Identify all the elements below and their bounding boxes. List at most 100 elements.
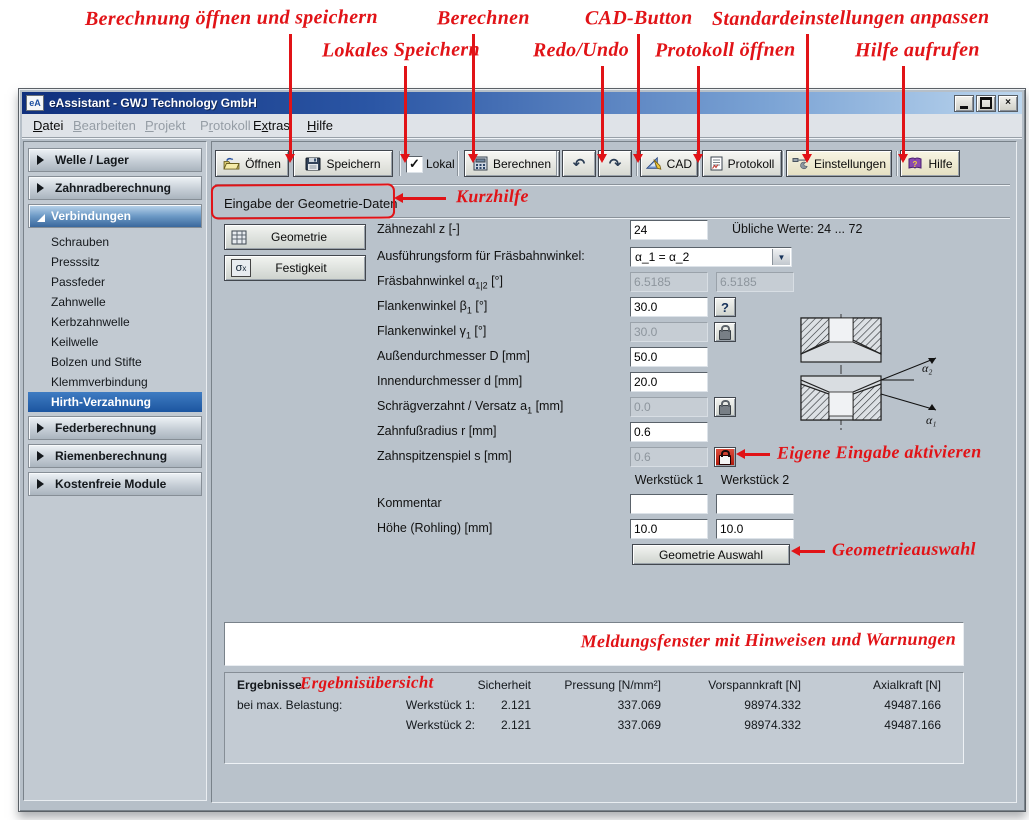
results-header-sicherheit: Sicherheit (475, 678, 531, 692)
menu-datei[interactable]: Datei (30, 117, 66, 134)
field-label-innendurchmesser: Innendurchmesser d [mm] (377, 374, 522, 391)
maximize-icon (980, 97, 992, 109)
open-button[interactable]: Öffnen (215, 150, 289, 177)
help-button[interactable]: ? Hilfe (900, 150, 960, 177)
sidebar-item-keilwelle[interactable]: Keilwelle (27, 332, 203, 352)
hoehe-input-2[interactable] (716, 519, 794, 539)
sidebar-item-klemmverbindung[interactable]: Klemmverbindung (27, 372, 203, 392)
title-bar[interactable]: eA eAssistant - GWJ Technology GmbH × (22, 92, 1022, 114)
minimize-button[interactable] (954, 95, 974, 112)
hoehe-input-1[interactable] (630, 519, 708, 539)
results-header-axialkraft: Axialkraft [N] (801, 678, 941, 692)
sidebar-federberechnung[interactable]: Federberechnung (28, 416, 202, 440)
field-label-zahnfussradius: Zahnfußradius r [mm] (377, 424, 496, 441)
annotation-own-input-arrow (740, 453, 770, 456)
annotation-arrow-protocol (697, 66, 700, 160)
sidebar-welle-lager[interactable]: Welle / Lager (28, 148, 202, 172)
window-title: eAssistant - GWJ Technology GmbH (49, 96, 952, 110)
dropdown-button[interactable]: ▼ (772, 249, 790, 265)
help-book-icon: ? (907, 157, 923, 171)
results-value: 98974.332 (661, 698, 801, 712)
sigma-x-icon: σx (231, 259, 251, 277)
field-label-zaehnezahl: Zähnezahl z [-] (377, 222, 460, 239)
cad-button[interactable]: CAD (640, 150, 698, 177)
calculate-button[interactable]: Berechnen (464, 150, 560, 177)
results-row-name: Werkstück 2: (355, 718, 475, 732)
flankenwinkel-help-button[interactable]: ? (714, 297, 736, 317)
protocol-document-icon (710, 156, 723, 171)
sidebar-verbindungen[interactable]: Verbindungen (28, 204, 202, 228)
flankenwinkel-gamma-input (630, 322, 708, 342)
sidebar-zahnradberechnung[interactable]: Zahnradberechnung (28, 176, 202, 200)
ausfuehrungsform-select[interactable]: α_1 = α_2 ▼ (630, 247, 792, 267)
kommentar-input-2[interactable] (716, 494, 794, 514)
kommentar-input-1[interactable] (630, 494, 708, 514)
chevron-open-icon (37, 214, 45, 222)
geometrie-tab-button[interactable]: Geometrie (224, 224, 366, 250)
sidebar-item-bolzen-und-stifte[interactable]: Bolzen und Stifte (27, 352, 203, 372)
field-label-flankenwinkel-gamma: Flankenwinkel γ1 [°] (377, 324, 486, 341)
menu-bearbeiten: Bearbeiten (70, 117, 139, 134)
save-button[interactable]: Speichern (293, 150, 393, 177)
results-value: 2.121 (475, 718, 531, 732)
sidebar-item-presssitz[interactable]: Presssitz (27, 252, 203, 272)
zaehnezahl-input[interactable] (630, 220, 708, 240)
results-row-label (237, 718, 355, 732)
question-icon: ? (721, 300, 729, 315)
geometrie-auswahl-button[interactable]: Geometrie Auswahl (632, 544, 790, 565)
annotation-geometry-select: Geometrieauswahl (832, 538, 976, 560)
results-row-name: Werkstück 1: (355, 698, 475, 712)
aussendurchmesser-input[interactable] (630, 347, 708, 367)
fraesbahnwinkel-input-1 (630, 272, 708, 292)
chevron-down-icon: ▼ (778, 253, 786, 262)
sidebar-riemenberechnung[interactable]: Riemenberechnung (28, 444, 202, 468)
fraesbahnwinkel-input-2 (716, 272, 794, 292)
protocol-button[interactable]: Protokoll (702, 150, 782, 177)
annotation-arrow-open-save (289, 34, 292, 160)
annotation-cad: CAD-Button (585, 7, 693, 31)
open-folder-icon (223, 157, 240, 170)
annotation-kurzhilfe: Kurzhilfe (456, 186, 529, 208)
sidebar-item-passfeder[interactable]: Passfeder (27, 272, 203, 292)
versatz-input (630, 397, 708, 417)
menu-extras[interactable]: Extras (250, 117, 293, 134)
chevron-right-icon (37, 183, 49, 193)
annotation-kurzhilfe-arrow (398, 197, 446, 200)
results-row-label: bei max. Belastung: (237, 698, 355, 712)
screenshot-stage: Berechnung öffnen und speichern Berechne… (0, 0, 1029, 820)
sidebar-item-kerbzahnwelle[interactable]: Kerbzahnwelle (27, 312, 203, 332)
annotation-kurzhilfe-box (211, 184, 395, 220)
toolbar-separator (457, 151, 459, 176)
main-panel: Öffnen Speichern ✓ Lokal Berechnen ↶ ↷ C… (211, 141, 1017, 803)
lock-icon (719, 405, 731, 415)
menu-protokoll: Protokoll (197, 117, 254, 134)
sidebar-item-zahnwelle[interactable]: Zahnwelle (27, 292, 203, 312)
lock-icon (719, 330, 731, 340)
annotation-message-window: Meldungsfenster mit Hinweisen und Warnun… (548, 629, 956, 653)
sidebar-item-schrauben[interactable]: Schrauben (27, 232, 203, 252)
redo-icon: ↷ (609, 155, 622, 173)
festigkeit-tab-button[interactable]: σx Festigkeit (224, 255, 366, 281)
flankenwinkel-beta-input[interactable] (630, 297, 708, 317)
zaehnezahl-hint: Übliche Werte: 24 ... 72 (732, 222, 862, 236)
field-label-hoehe: Höhe (Rohling) [mm] (377, 521, 492, 535)
versatz-lock-button[interactable] (714, 397, 736, 417)
menu-hilfe[interactable]: Hilfe (304, 117, 336, 134)
svg-text:α₂: α₂ (922, 361, 932, 375)
grid-icon (231, 230, 247, 245)
close-button[interactable]: × (998, 95, 1018, 112)
field-label-fraesbahnwinkel: Fräsbahnwinkel α1|2 [°] (377, 274, 503, 291)
field-label-versatz: Schrägverzahnt / Versatz a1 [mm] (377, 399, 563, 416)
annotation-local-save: Lokales Speichern (322, 38, 480, 62)
maximize-button[interactable] (976, 95, 996, 112)
flankenwinkel-gamma-lock-button[interactable] (714, 322, 736, 342)
sidebar-kostenfreie-module[interactable]: Kostenfreie Module (28, 472, 202, 496)
sidebar-item-hirth-verzahnung[interactable]: Hirth-Verzahnung (28, 392, 202, 412)
innendurchmesser-input[interactable] (630, 372, 708, 392)
zahnfussradius-input[interactable] (630, 422, 708, 442)
floppy-disk-icon (305, 157, 321, 171)
minimize-icon (960, 106, 968, 109)
results-value: 337.069 (531, 698, 661, 712)
undo-button[interactable]: ↶ (562, 150, 596, 177)
results-value: 2.121 (475, 698, 531, 712)
